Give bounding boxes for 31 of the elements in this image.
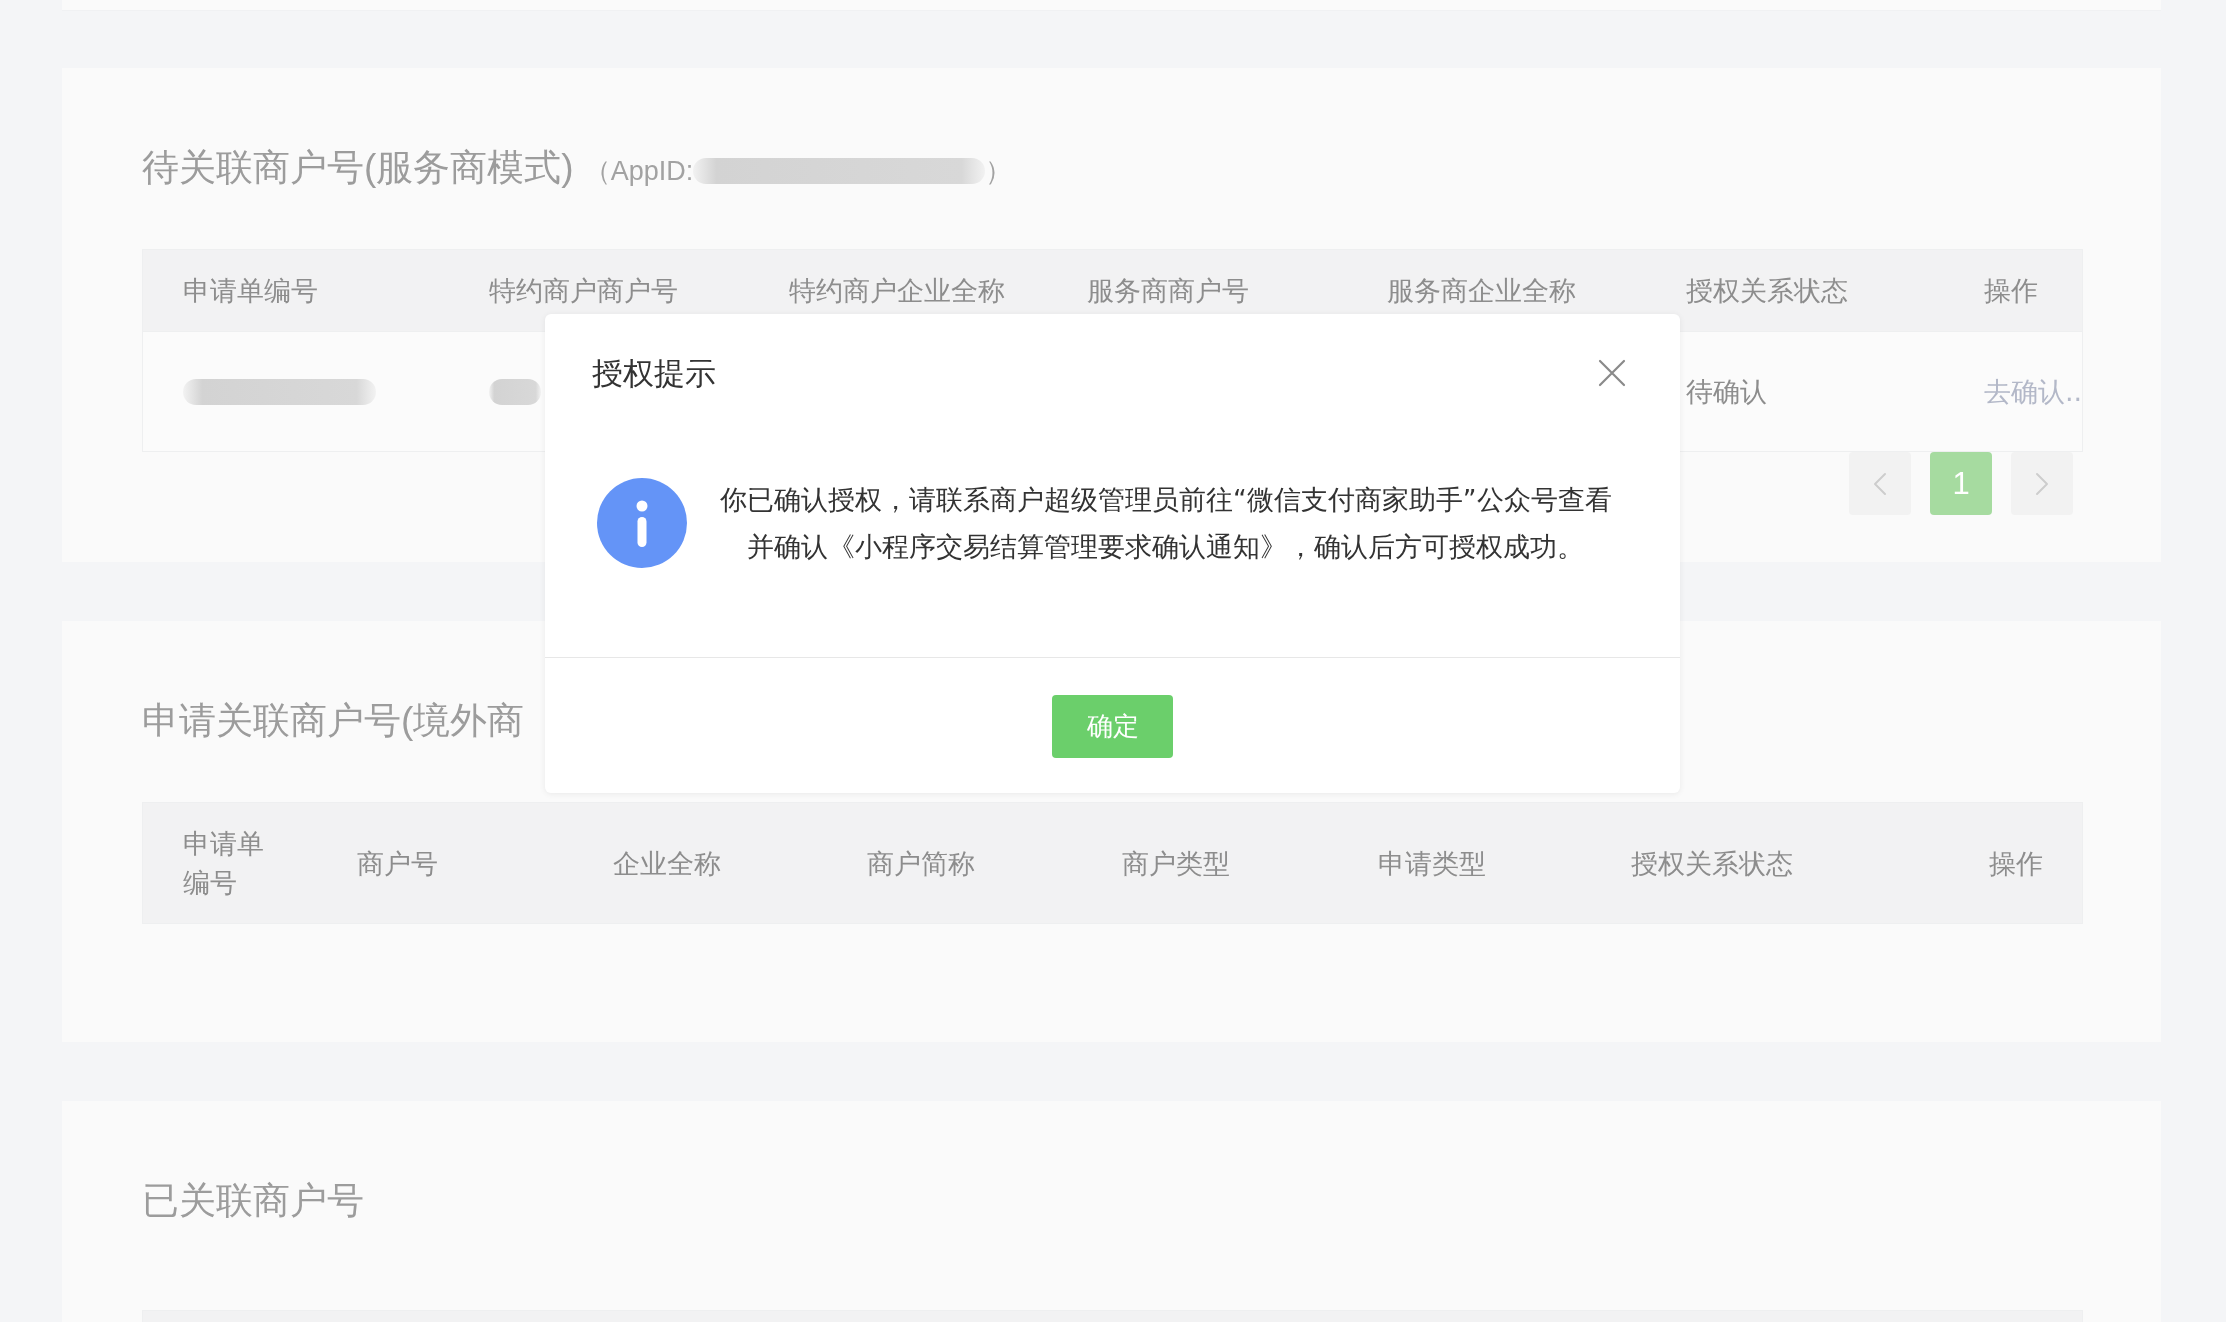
column-header: 服务商商户号 xyxy=(1087,275,1249,306)
redacted-text xyxy=(489,378,541,405)
close-icon[interactable] xyxy=(1598,359,1626,387)
column-header: 商户号 xyxy=(357,847,438,879)
column-header: 特约商户企业全称 xyxy=(789,275,1005,306)
section-title: 已关联商户号 xyxy=(142,1179,364,1223)
section-title: 待关联商户号(服务商模式) xyxy=(142,146,574,190)
column-header: 申请类型 xyxy=(1378,847,1486,879)
bracket-text: ） xyxy=(985,155,1013,188)
column-header: 申请单编号 xyxy=(183,275,318,306)
column-header: 商户类型 xyxy=(1122,847,1230,879)
column-header: 授权关系状态 xyxy=(1686,275,1848,306)
status-text: 待确认 xyxy=(1686,376,1767,407)
section-title: 申请关联商户号(境外商 xyxy=(142,699,525,743)
column-header: 企业全称 xyxy=(613,847,721,879)
column-header: 商户简称 xyxy=(867,847,975,879)
chevron-right-icon xyxy=(2035,471,2049,496)
dialog-title: 授权提示 xyxy=(592,354,716,392)
confirm-button[interactable]: 确定 xyxy=(1052,695,1173,758)
column-header: 申请单编号 xyxy=(183,828,264,898)
column-header: 操作 xyxy=(1984,275,2038,306)
column-header: 服务商企业全称 xyxy=(1387,275,1576,306)
page-button[interactable]: 1 xyxy=(1930,452,1992,515)
appid-label: （AppID: xyxy=(583,155,694,188)
column-header: 授权关系状态 xyxy=(1631,847,1793,879)
column-header: 操作 xyxy=(1989,847,2043,879)
dialog-message: 你已确认授权，请联系商户超级管理员前往“微信支付商家助手”公众号查看并确认《小程序交易结算管理要求确认通知》，确认后方可授权成功。 xyxy=(719,483,1613,564)
confirm-link[interactable]: 去确认.. xyxy=(1984,376,2083,407)
info-icon xyxy=(597,478,687,568)
chevron-left-icon xyxy=(1873,471,1887,496)
column-header: 特约商户商户号 xyxy=(489,275,678,306)
